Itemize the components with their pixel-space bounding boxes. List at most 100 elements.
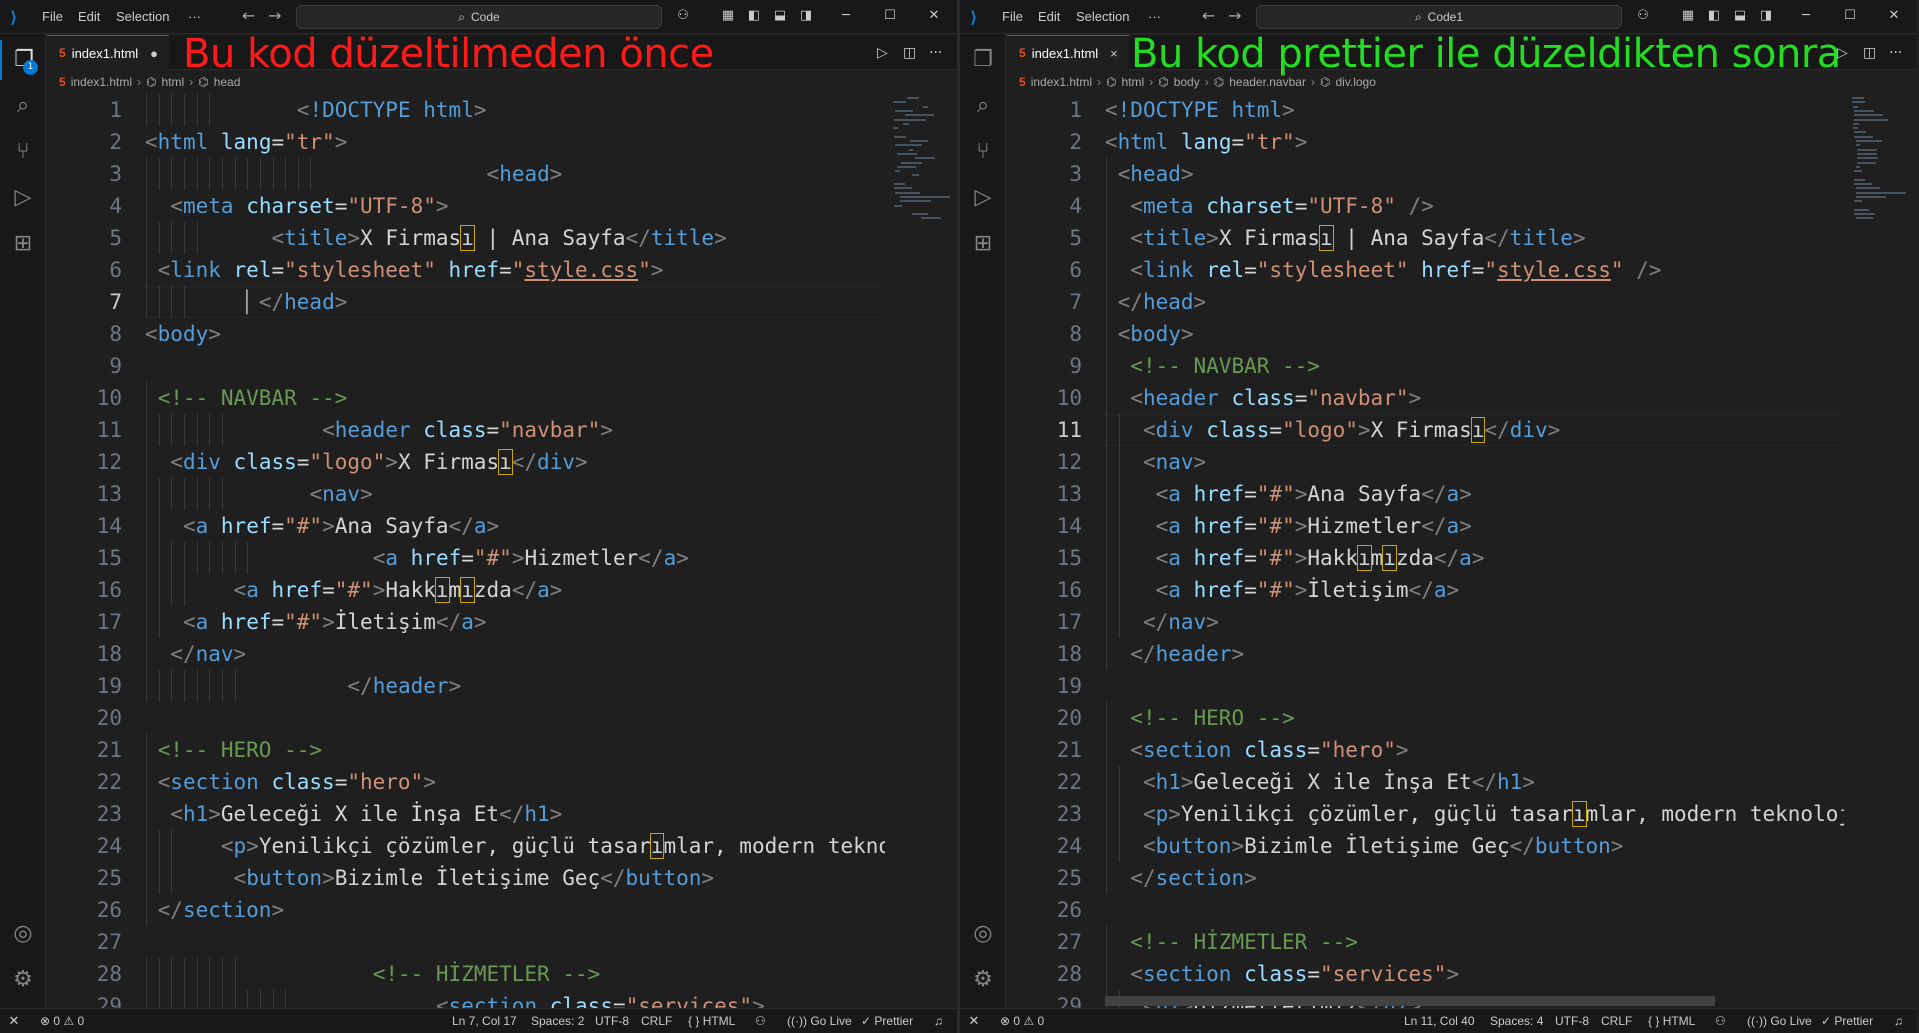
language-mode[interactable]: { } HTML <box>688 1014 735 1028</box>
code-line[interactable]: <p>Yenilikçi çözümler, güçlü tasarımlar,… <box>1143 798 1844 830</box>
code-line[interactable]: <head> <box>1118 158 1194 190</box>
search-icon[interactable]: ⌕ <box>0 86 46 126</box>
source-control-icon[interactable]: ⑂ <box>960 132 1006 172</box>
menu-file[interactable]: File <box>1002 9 1023 24</box>
maximize-icon[interactable]: ☐ <box>1842 8 1858 24</box>
explorer-icon[interactable]: ❐ 1 <box>0 40 46 80</box>
code-line[interactable]: <!-- HİZMETLER --> <box>1130 926 1358 958</box>
code-line[interactable]: </nav> <box>1143 606 1219 638</box>
close-window-icon[interactable]: ✕ <box>926 8 942 24</box>
breadcrumb-item[interactable]: body <box>1174 75 1200 89</box>
problems-indicator[interactable]: ⊗ 0 ⚠ 0 <box>1000 1014 1044 1028</box>
copilot-icon[interactable]: ⚇ <box>755 1014 766 1028</box>
breadcrumb-item[interactable]: html <box>162 75 185 89</box>
menu-file[interactable]: File <box>42 9 63 24</box>
breadcrumb-item[interactable]: html <box>1122 75 1145 89</box>
code-line[interactable]: <h1>Geleceği X ile İnşa Et</h1> <box>1143 766 1535 798</box>
minimap[interactable] <box>893 93 951 233</box>
extensions-icon[interactable]: ⊞ <box>960 224 1006 264</box>
code-line[interactable]: <html lang="tr"> <box>1105 126 1307 158</box>
account-icon[interactable]: ◎ <box>960 914 1006 954</box>
code-line[interactable]: <div class="logo">X Firması</div> <box>1143 414 1560 446</box>
menu-edit[interactable]: Edit <box>1038 9 1060 24</box>
language-mode[interactable]: { } HTML <box>1648 1014 1695 1028</box>
minimap[interactable] <box>1852 93 1908 233</box>
code-line[interactable]: <p>Yenilikçi çözümler, güçlü tasarımlar,… <box>221 830 885 862</box>
split-editor-icon[interactable]: ◫ <box>903 45 916 61</box>
code-line[interactable]: <html lang="tr"> <box>145 126 347 158</box>
layout-icon[interactable]: ▦ <box>720 8 736 24</box>
code-line[interactable]: </head> <box>1118 286 1207 318</box>
indentation[interactable]: Spaces: 4 <box>1490 1014 1543 1028</box>
bell-icon[interactable]: ♫ <box>934 1014 943 1028</box>
layout-icon[interactable]: ▦ <box>1680 8 1696 24</box>
breadcrumb-item[interactable]: index1.html <box>1031 75 1092 89</box>
code-area[interactable]: <!DOCTYPE html> <html lang="tr"> <head> <me… <box>1105 93 1844 1008</box>
problems-indicator[interactable]: ⊗ 0 ⚠ 0 <box>40 1014 84 1028</box>
close-tab-icon[interactable]: × <box>1110 46 1118 61</box>
code-line[interactable]: <div class="logo">X Firması</div> <box>170 446 588 478</box>
go-live-button[interactable]: ((·)) Go Live <box>1747 1014 1812 1028</box>
code-line[interactable]: <header class="navbar"> <box>322 414 613 446</box>
code-line[interactable]: <h1>Geleceği X ile İnşa Et</h1> <box>170 798 562 830</box>
code-line[interactable]: <nav> <box>1143 446 1206 478</box>
code-line[interactable]: <button>Bizimle İletişime Geç</button> <box>221 862 715 894</box>
more-actions-icon[interactable]: ··· <box>929 45 942 61</box>
line-ending[interactable]: CRLF <box>641 1014 672 1028</box>
command-center[interactable]: ⌕ Code <box>296 5 662 29</box>
back-arrow-icon[interactable]: ← <box>242 6 255 25</box>
code-line[interactable]: <body> <box>1118 318 1194 350</box>
toggle-sidebar-icon[interactable]: ◧ <box>1706 8 1722 24</box>
code-line[interactable]: <body> <box>145 318 221 350</box>
gear-icon[interactable]: ⚙ <box>960 960 1006 1000</box>
toggle-secondary-sidebar-icon[interactable]: ◨ <box>798 8 814 24</box>
code-editor[interactable]: 1 2 3 4 5 6 7 8 9 10 11 12 13 14 15 16 17 18 19 20 21 22 23 24 2… <box>47 93 957 1008</box>
code-line[interactable]: <a href="#">İletişim</a> <box>183 606 487 638</box>
minimize-icon[interactable]: ─ <box>1798 8 1814 24</box>
run-icon[interactable]: ▷ <box>1837 45 1848 61</box>
code-line[interactable]: </section> <box>1130 862 1256 894</box>
code-line[interactable]: <!-- HERO --> <box>1130 702 1294 734</box>
back-arrow-icon[interactable]: ← <box>1202 6 1215 25</box>
code-line[interactable]: <section class="services"> <box>436 990 765 1008</box>
forward-arrow-icon[interactable]: → <box>1228 6 1241 25</box>
explorer-icon[interactable]: ❐ <box>960 40 1006 80</box>
code-line[interactable]: <header class="navbar"> <box>1130 382 1421 414</box>
forward-arrow-icon[interactable]: → <box>268 6 281 25</box>
breadcrumb-item[interactable]: index1.html <box>71 75 132 89</box>
copilot-icon[interactable]: ⚇ <box>675 8 691 24</box>
horizontal-scrollbar[interactable] <box>1105 996 1715 1006</box>
code-line[interactable]: <a href="#">Hizmetler</a> <box>373 542 689 574</box>
code-line[interactable]: ▏</head> <box>246 286 347 318</box>
code-line[interactable]: <meta charset="UTF-8" /> <box>1130 190 1434 222</box>
code-line[interactable]: <a href="#">Ana Sayfa</a> <box>1156 478 1472 510</box>
copilot-icon[interactable]: ⚇ <box>1715 1014 1726 1028</box>
code-line[interactable]: <nav> <box>309 478 372 510</box>
run-debug-icon[interactable]: ▷ <box>0 178 46 218</box>
code-line[interactable]: <section class="services"> <box>1130 958 1459 990</box>
code-line[interactable]: <head> <box>487 158 563 190</box>
code-line[interactable]: <link rel="stylesheet" href="style.css" … <box>1130 254 1661 286</box>
code-line[interactable]: <meta charset="UTF-8"> <box>170 190 448 222</box>
remote-icon[interactable]: ✕ <box>960 1009 988 1033</box>
menu-edit[interactable]: Edit <box>78 9 100 24</box>
code-line[interactable]: <!-- HİZMETLER --> <box>347 958 601 990</box>
code-line[interactable]: <section class="hero"> <box>1130 734 1408 766</box>
tab-index1-html[interactable]: 5 index1.html × <box>1007 35 1129 70</box>
cursor-position[interactable]: Ln 7, Col 17 <box>452 1014 517 1028</box>
run-icon[interactable]: ▷ <box>877 45 888 61</box>
code-line[interactable]: <link rel="stylesheet" href="style.css"> <box>158 254 664 286</box>
run-debug-icon[interactable]: ▷ <box>960 178 1006 218</box>
code-area[interactable]: <!DOCTYPE html> <html lang="tr"> <head> <me… <box>145 93 885 1008</box>
indentation[interactable]: Spaces: 2 <box>531 1014 584 1028</box>
code-line[interactable]: </header> <box>1130 638 1244 670</box>
breadcrumb-item[interactable]: head <box>214 75 241 89</box>
remote-icon[interactable]: ✕ <box>0 1009 28 1033</box>
extensions-icon[interactable]: ⊞ <box>0 224 46 264</box>
code-line[interactable]: <a href="#">İletişim</a> <box>1156 574 1460 606</box>
more-actions-icon[interactable]: ··· <box>1889 45 1902 61</box>
breadcrumb-item[interactable]: header.navbar <box>1229 75 1306 89</box>
menu-more[interactable]: ··· <box>1148 9 1161 24</box>
minimize-icon[interactable]: ─ <box>838 8 854 24</box>
breadcrumb-item[interactable]: div.logo <box>1335 75 1375 89</box>
